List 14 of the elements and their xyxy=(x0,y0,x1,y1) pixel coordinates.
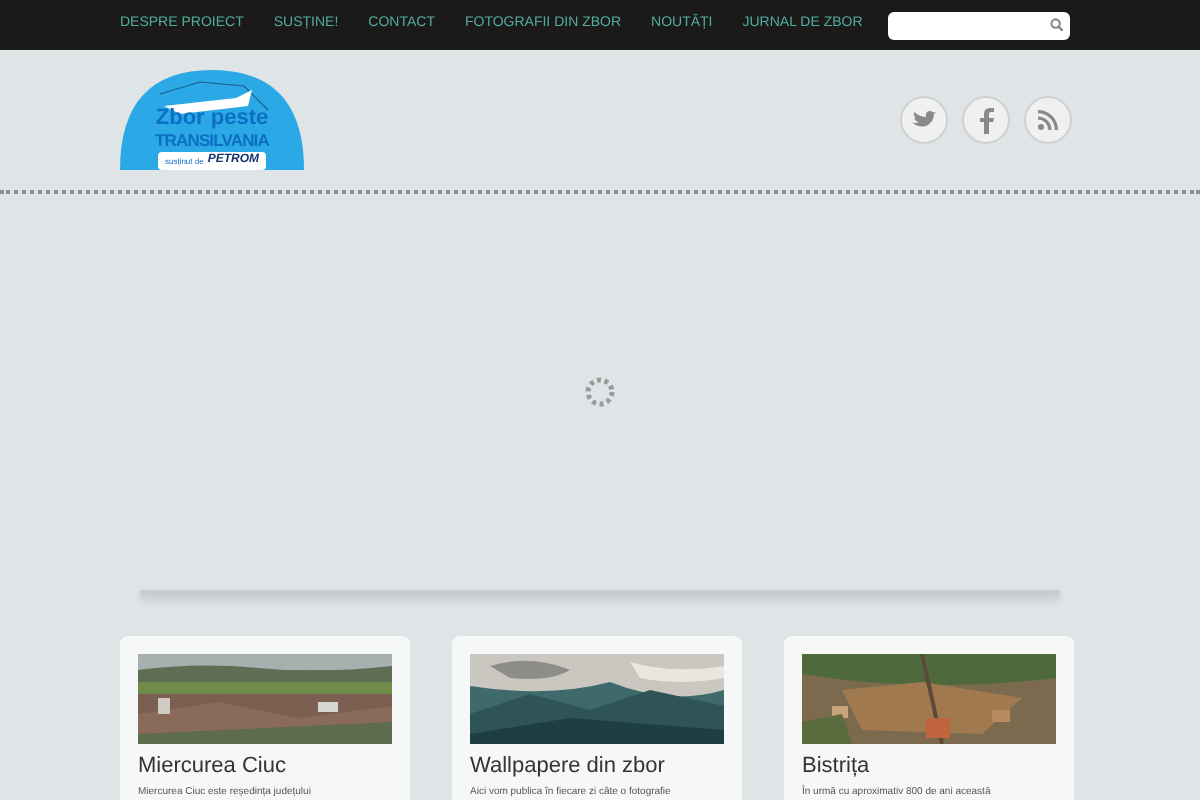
logo-title: Zbor peste xyxy=(155,106,269,130)
search-icon xyxy=(1050,18,1064,32)
search-field[interactable] xyxy=(888,11,1070,39)
twitter-button[interactable] xyxy=(900,96,948,144)
card-title[interactable]: Miercurea Ciuc xyxy=(138,754,392,780)
rss-button[interactable] xyxy=(1024,96,1072,144)
card-title[interactable]: Bistrița xyxy=(802,754,1056,780)
bird-icon xyxy=(912,110,936,130)
rss-icon xyxy=(1038,110,1058,130)
logo-subtitle: TRANSILVANIA xyxy=(155,130,269,150)
card-title[interactable]: Wallpapere din zbor xyxy=(470,754,724,780)
loading-spinner-icon xyxy=(584,376,616,408)
facebook-icon xyxy=(979,107,993,133)
facebook-button[interactable] xyxy=(962,96,1010,144)
